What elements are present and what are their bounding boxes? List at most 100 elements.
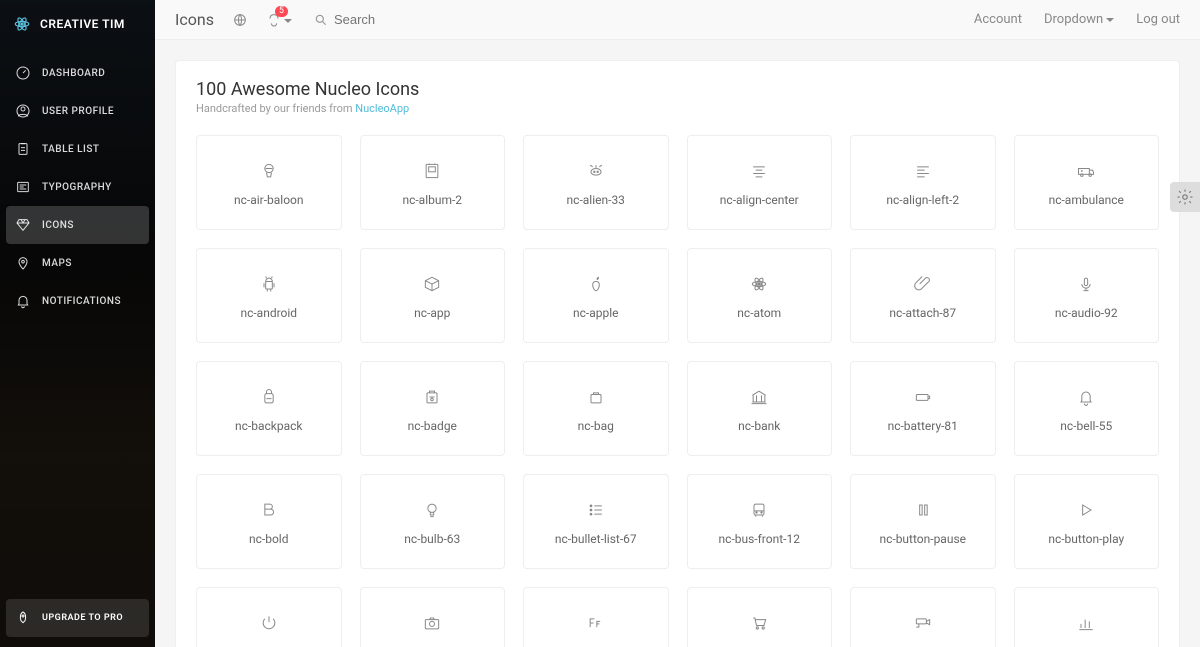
sidebar-item-table-list[interactable]: TABLE LIST (0, 130, 155, 168)
news-icon (14, 178, 32, 196)
icon-card-nc-android[interactable]: nc-android (196, 248, 342, 343)
sidebar-nav: DASHBOARD USER PROFILE TABLE LIST TYPOGR… (0, 54, 155, 320)
globe-icon[interactable] (232, 12, 248, 28)
main: 100 Awesome Nucleo Icons Handcrafted by … (155, 40, 1200, 647)
notifications-icon[interactable]: 5 (266, 12, 282, 28)
icon-card-nc-align-left-2[interactable]: nc-align-left-2 (850, 135, 996, 230)
icon-card-nc-backpack[interactable]: nc-backpack (196, 361, 342, 456)
card-title: 100 Awesome Nucleo Icons (196, 79, 1159, 100)
upgrade-label: UPGRADE TO PRO (42, 613, 123, 623)
sidebar-item-user-profile[interactable]: USER PROFILE (0, 92, 155, 130)
icon-card-nc-app[interactable]: nc-app (360, 248, 506, 343)
clipboard-icon (14, 140, 32, 158)
nc-camera-20-icon (420, 611, 444, 635)
icon-label: nc-button-pause (879, 532, 966, 546)
icon-label: nc-bus-front-12 (719, 532, 800, 546)
sidebar-item-label: DASHBOARD (42, 68, 105, 79)
nc-badge-icon (420, 385, 444, 409)
rocket-icon (14, 609, 32, 627)
nc-bullet-list-67-icon (584, 498, 608, 522)
icon-label: nc-ambulance (1049, 193, 1124, 207)
icon-label: nc-alien-33 (567, 193, 625, 207)
icon-card-nc-ambulance[interactable]: nc-ambulance (1014, 135, 1160, 230)
settings-tab[interactable] (1170, 182, 1200, 212)
icon-card-nc-attach-87[interactable]: nc-attach-87 (850, 248, 996, 343)
nc-button-play-icon (1074, 498, 1098, 522)
notification-badge: 5 (275, 6, 288, 17)
dropdown-link[interactable]: Dropdown (1044, 12, 1114, 27)
nc-air-baloon-icon (257, 159, 281, 183)
icon-label: nc-bag (578, 419, 614, 433)
nc-backpack-icon (257, 385, 281, 409)
nc-ambulance-icon (1074, 159, 1098, 183)
icon-card-nc-caps-small[interactable]: nc-caps-small (523, 587, 669, 647)
account-link[interactable]: Account (974, 12, 1022, 27)
icon-grid: nc-air-baloon nc-album-2 nc-alien-33 nc-ali… (196, 135, 1159, 647)
brand-label: CREATIVE TIM (40, 17, 125, 31)
nucleoapp-link[interactable]: NucleoApp (355, 102, 409, 115)
icon-card-nc-battery-81[interactable]: nc-battery-81 (850, 361, 996, 456)
chevron-down-icon (284, 19, 292, 23)
topbar-left: Icons 5 (175, 10, 414, 29)
icon-label: nc-align-center (720, 193, 799, 207)
nc-caps-small-icon (584, 611, 608, 635)
icon-label: nc-apple (573, 306, 619, 320)
sidebar-item-dashboard[interactable]: DASHBOARD (0, 54, 155, 92)
icon-card-nc-album-2[interactable]: nc-album-2 (360, 135, 506, 230)
brand-atom-icon (12, 14, 32, 34)
brand[interactable]: CREATIVE TIM (0, 0, 155, 48)
icon-card-nc-atom[interactable]: nc-atom (687, 248, 833, 343)
search-icon (314, 13, 328, 27)
sidebar-item-typography[interactable]: TYPOGRAPHY (0, 168, 155, 206)
nc-album-2-icon (420, 159, 444, 183)
logout-link[interactable]: Log out (1136, 12, 1180, 27)
sidebar-item-notifications[interactable]: NOTIFICATIONS (0, 282, 155, 320)
nc-align-left-2-icon (911, 159, 935, 183)
icon-card-nc-cctv[interactable]: nc-cctv (850, 587, 996, 647)
icon-card-nc-bullet-list-67[interactable]: nc-bullet-list-67 (523, 474, 669, 569)
icon-card-nc-audio-92[interactable]: nc-audio-92 (1014, 248, 1160, 343)
icon-card-nc-button-power[interactable]: nc-button-power (196, 587, 342, 647)
nc-bag-icon (584, 385, 608, 409)
search-wrap (314, 12, 414, 27)
icon-card-nc-button-pause[interactable]: nc-button-pause (850, 474, 996, 569)
icon-label: nc-align-left-2 (886, 193, 959, 207)
icon-card-nc-bold[interactable]: nc-bold (196, 474, 342, 569)
icon-card-nc-chart-bar-32[interactable]: nc-chart-bar-32 (1014, 587, 1160, 647)
nc-bulb-63-icon (420, 498, 444, 522)
sidebar-item-maps[interactable]: MAPS (0, 244, 155, 282)
icon-card-nc-air-baloon[interactable]: nc-air-baloon (196, 135, 342, 230)
icon-card-nc-button-play[interactable]: nc-button-play (1014, 474, 1160, 569)
sidebar-item-icons[interactable]: ICONS (6, 206, 149, 244)
icon-label: nc-badge (408, 419, 457, 433)
icon-card-nc-alien-33[interactable]: nc-alien-33 (523, 135, 669, 230)
icon-label: nc-air-baloon (234, 193, 304, 207)
icon-card-nc-bell-55[interactable]: nc-bell-55 (1014, 361, 1160, 456)
icon-label: nc-app (414, 306, 450, 320)
user-icon (14, 102, 32, 120)
page-title: Icons (175, 10, 214, 29)
chevron-down-icon (1106, 18, 1114, 22)
gauge-icon (14, 64, 32, 82)
icon-card-nc-bank[interactable]: nc-bank (687, 361, 833, 456)
icon-card-nc-cart-simple[interactable]: nc-cart-simple (687, 587, 833, 647)
pin-icon (14, 254, 32, 272)
icon-card-nc-bag[interactable]: nc-bag (523, 361, 669, 456)
upgrade-to-pro[interactable]: UPGRADE TO PRO (6, 599, 149, 637)
icon-card-nc-align-center[interactable]: nc-align-center (687, 135, 833, 230)
nc-android-icon (257, 272, 281, 296)
icon-card-nc-apple[interactable]: nc-apple (523, 248, 669, 343)
icons-card: 100 Awesome Nucleo Icons Handcrafted by … (175, 60, 1180, 647)
icon-label: nc-bell-55 (1060, 419, 1112, 433)
search-input[interactable] (334, 12, 414, 27)
nc-apple-icon (584, 272, 608, 296)
sidebar-item-label: NOTIFICATIONS (42, 296, 121, 307)
icon-card-nc-bulb-63[interactable]: nc-bulb-63 (360, 474, 506, 569)
icon-label: nc-bulb-63 (404, 532, 460, 546)
icon-card-nc-camera-20[interactable]: nc-camera-20 (360, 587, 506, 647)
nc-audio-92-icon (1074, 272, 1098, 296)
nc-button-power-icon (257, 611, 281, 635)
icon-card-nc-bus-front-12[interactable]: nc-bus-front-12 (687, 474, 833, 569)
icon-card-nc-badge[interactable]: nc-badge (360, 361, 506, 456)
sidebar-item-label: USER PROFILE (42, 106, 114, 117)
